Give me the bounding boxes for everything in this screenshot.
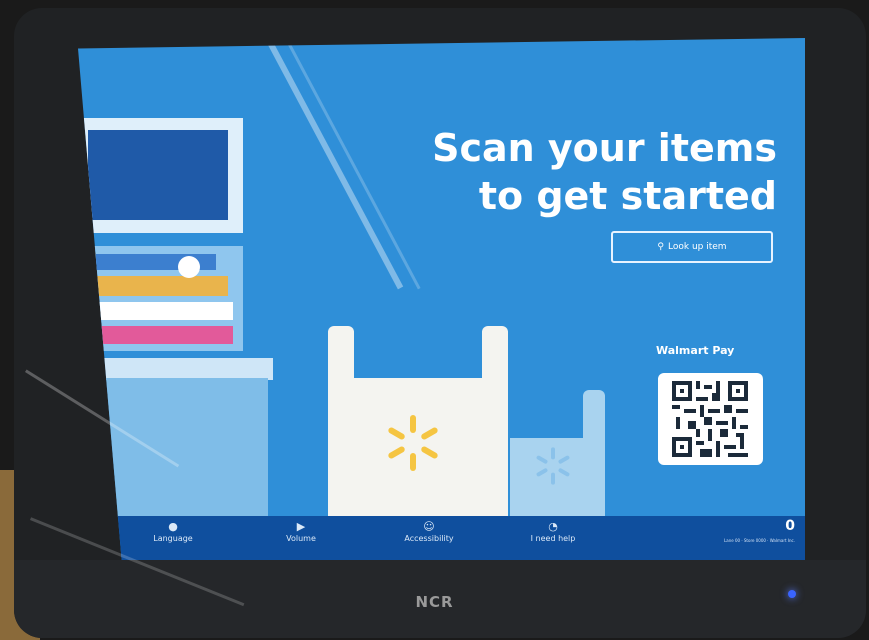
illustration-bag-handle xyxy=(482,326,508,386)
lane-info-text: Lane 00 · Store 0000 · Walmart Inc. xyxy=(724,538,795,543)
headline-line-1: Scan your items xyxy=(432,126,777,170)
illustration-bag-handle xyxy=(328,326,354,386)
speaker-icon: ▶ xyxy=(296,520,306,533)
volume-button[interactable]: ▶ Volume xyxy=(246,520,356,543)
walmart-pay-label: Walmart Pay xyxy=(656,344,735,357)
page-title: Scan your items to get started xyxy=(357,124,777,220)
walmart-pay-qr-code[interactable] xyxy=(658,373,763,465)
illustration-monitor xyxy=(78,118,243,233)
bottom-navbar: ● Language ▶ Volume ☺ Accessibility ◔ I … xyxy=(78,516,805,560)
device-brand-logo: NCR xyxy=(415,593,454,611)
search-icon: ⚲ xyxy=(657,242,665,252)
globe-icon: ● xyxy=(168,520,178,533)
volume-label: Volume xyxy=(286,534,316,543)
accessibility-label: Accessibility xyxy=(404,534,454,543)
accessibility-icon: ☺ xyxy=(423,520,435,533)
help-button[interactable]: ◔ I need help xyxy=(498,520,608,543)
help-icon: ◔ xyxy=(548,520,558,533)
cart-item-count: 0 xyxy=(785,518,795,534)
kiosk-screen: Scan your items to get started ⚲ Look up… xyxy=(78,38,805,560)
illustration-tray xyxy=(78,246,243,351)
walmart-spark-icon xyxy=(388,415,438,471)
help-label: I need help xyxy=(530,534,576,543)
illustration-counter-top xyxy=(78,358,273,380)
language-label: Language xyxy=(153,534,193,543)
headline-line-2: to get started xyxy=(478,174,777,218)
power-indicator-light xyxy=(788,590,796,598)
look-up-item-label: Look up item xyxy=(668,242,727,252)
qr-code-icon xyxy=(672,381,748,457)
accessibility-button[interactable]: ☺ Accessibility xyxy=(374,520,484,543)
illustration-bag-handle xyxy=(583,390,605,440)
language-button[interactable]: ● Language xyxy=(118,520,228,543)
walmart-spark-icon-small xyxy=(536,447,570,485)
look-up-item-button[interactable]: ⚲ Look up item xyxy=(611,231,773,263)
